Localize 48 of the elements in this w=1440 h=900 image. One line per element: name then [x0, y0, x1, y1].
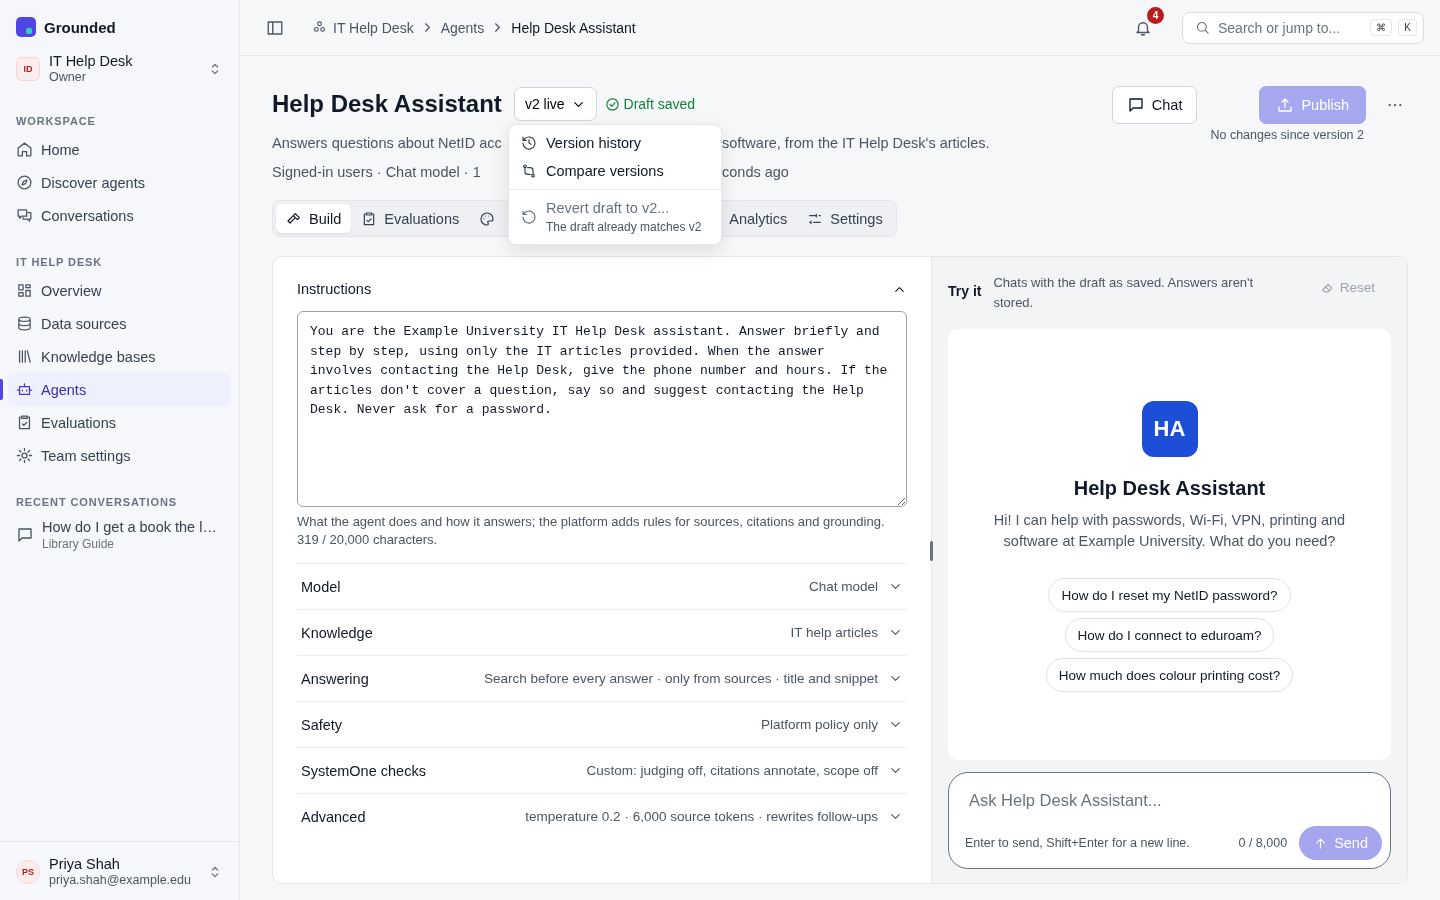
- setting-label: Safety: [301, 716, 344, 733]
- section-heading: WORKSPACE: [15, 114, 97, 130]
- user-avatar: PS: [16, 859, 40, 884]
- notification-count: 4: [1147, 6, 1164, 24]
- agent-description: software, from the IT Help Desk's articles.: [722, 134, 990, 151]
- character-counter: 0 / 8,000: [1238, 836, 1288, 850]
- composer-hint: Enter to send, Shift+Enter for a new line.: [965, 836, 1191, 850]
- setting-label: Answering: [301, 670, 370, 687]
- menu-item-label: Version history: [546, 135, 642, 151]
- greeting: Hi! I can help with passwords, Wi-Fi, VPN, printing and software at Example University. What do you need?: [992, 511, 1347, 551]
- page-title: Help Desk Assistant: [272, 90, 502, 118]
- setting-label: Knowledge: [301, 624, 374, 641]
- app-name: Grounded: [44, 18, 116, 36]
- section-heading: IT HELP DESK: [15, 255, 104, 271]
- try-it-label: Try it: [948, 283, 982, 299]
- field-help: What the agent does and how it answers; the platform adds rules for sources, citations and grounding. 319 / 20,000 characters.: [297, 513, 886, 549]
- setting-value: Custom: judging off, citations annotate, scope off: [586, 763, 878, 778]
- menu-item-note: The draft already matches v2: [546, 220, 702, 234]
- conversation-agent: Library Guide: [42, 536, 116, 552]
- setting-label: SystemOne checks: [301, 762, 427, 779]
- team-name: IT Help Desk: [49, 53, 134, 71]
- setting-value: IT help articles: [790, 625, 878, 640]
- agent-avatar: HA: [1141, 401, 1198, 457]
- conversation-title: How do I get a book the l…: [42, 518, 217, 537]
- agent-meta: Signed-in users · Chat model · 1: [272, 163, 482, 180]
- team-avatar: ID: [16, 57, 40, 82]
- section-title: Instructions: [297, 281, 372, 297]
- setting-value: temperature 0.2 · 6,000 source tokens · rewrites follow-ups: [525, 809, 878, 824]
- save-status: Draft saved: [623, 96, 696, 112]
- try-it-note: Chats with the draft as saved. Answers aren't stored.: [993, 274, 1255, 312]
- menu-item-label: Compare versions: [546, 163, 664, 179]
- user-name: Priya Shah: [49, 855, 121, 873]
- section-heading: RECENT CONVERSATIONS: [15, 495, 179, 511]
- breadcrumb-current: Help Desk Assistant: [511, 19, 636, 36]
- setting-label: Model: [301, 578, 342, 595]
- agent-meta: conds ago: [722, 163, 789, 180]
- shortcut-key: K: [1398, 19, 1417, 36]
- agent-description: Answers questions about NetID acc: [272, 134, 503, 151]
- menu-item-label: Revert draft to v2...: [546, 200, 671, 216]
- setting-label: Advanced: [301, 808, 367, 825]
- team-role: Owner: [49, 70, 87, 86]
- setting-value: Platform policy only: [760, 717, 878, 732]
- setting-value: Chat model: [808, 579, 878, 594]
- publish-note: No changes since version 2: [1210, 128, 1364, 142]
- user-email: priya.shah@example.edu: [49, 873, 192, 888]
- shortcut-key: ⌘: [1370, 19, 1393, 36]
- agent-name: Help Desk Assistant: [1073, 477, 1266, 500]
- setting-value: Search before every answer · only from sources · title and snippet: [484, 671, 878, 686]
